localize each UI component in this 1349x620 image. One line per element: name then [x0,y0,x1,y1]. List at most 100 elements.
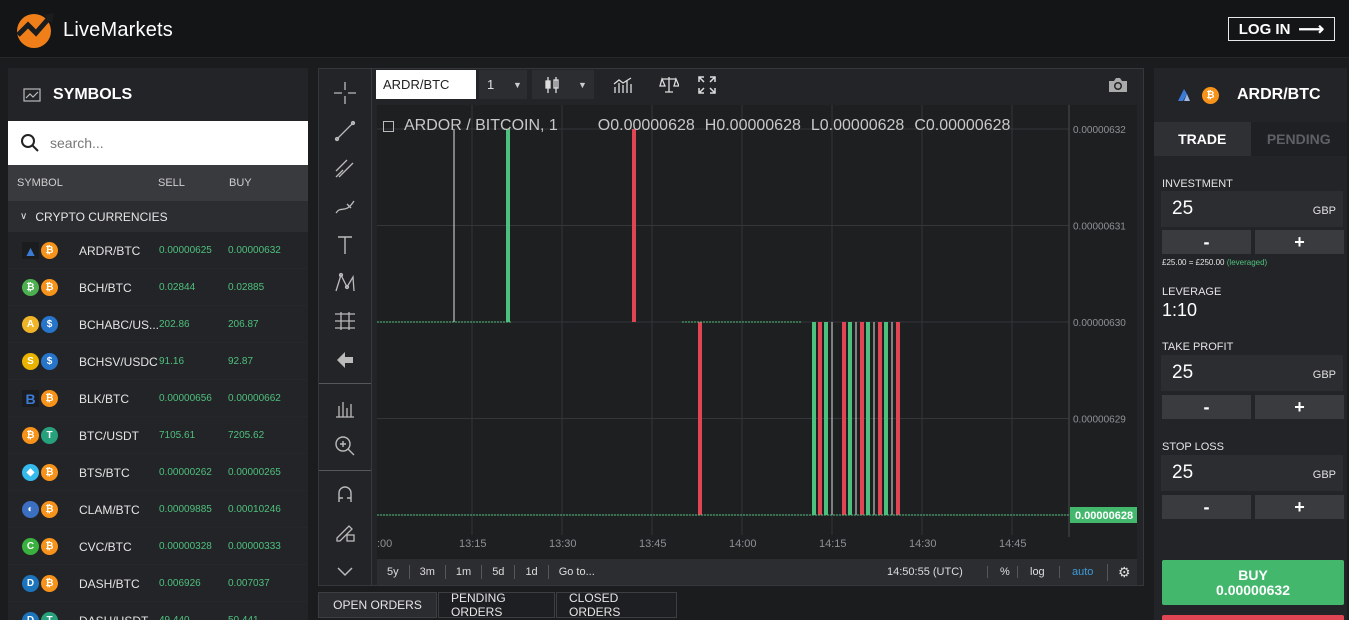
take-profit-plus-button[interactable]: + [1255,395,1344,419]
measure-icon[interactable] [332,395,358,421]
symbol-row[interactable]: D ₿ DASH/BTC 0.006926 0.007037 [8,565,308,602]
x-tick-label: 13:15 [459,538,487,550]
trade-header: ₿ ARDR/BTC [1154,68,1347,122]
symbol-row[interactable]: S $ BCHSV/USDC 91.16 92.87 [8,343,308,380]
x-tick-label: 13:30 [549,538,577,550]
stop-loss-currency: GBP [1312,469,1336,481]
auto-toggle[interactable]: auto [1059,566,1093,578]
crosshair-icon[interactable] [332,80,358,106]
tab-pending[interactable]: PENDING [1250,122,1347,156]
sell-button[interactable] [1162,615,1344,620]
arrow-right-icon: ⟶ [1298,19,1325,39]
candle-body [866,322,870,515]
stop-loss-input[interactable]: 25 GBP [1161,455,1343,491]
symbol-row[interactable]: ◆ ₿ BTS/BTC 0.00000262 0.00000265 [8,454,308,491]
interval-value: 1 [487,77,495,92]
stop-loss-minus-button[interactable]: - [1162,495,1251,519]
utc-clock[interactable]: 14:50:55 (UTC) [887,566,963,578]
sell-price: 0.00009885 [159,504,212,515]
tab-open-orders[interactable]: OPEN ORDERS [318,592,437,618]
tab-pending-orders[interactable]: PENDING ORDERS [438,591,555,619]
percent-toggle[interactable]: % [987,566,1010,578]
leverage-note-suffix: (leveraged) [1226,258,1268,267]
stop-loss-label: STOP LOSS [1162,441,1224,453]
sell-price: 202.86 [159,319,190,330]
camera-icon[interactable] [1107,76,1129,94]
chart-type-select[interactable]: ▼ [532,70,594,99]
orders-tabs: OPEN ORDERS PENDING ORDERS CLOSED ORDERS [318,591,677,620]
investment-plus-button[interactable]: + [1255,230,1344,254]
fib-tool-icon[interactable] [332,156,358,182]
symbol-row[interactable]: ₿ T BTC/USDT 7105.61 7205.62 [8,417,308,454]
collapse-legend-icon[interactable] [383,120,394,132]
take-profit-label: TAKE PROFIT [1162,341,1234,353]
magnet-icon[interactable] [332,481,358,507]
column-symbol[interactable]: SYMBOL [17,177,63,189]
column-buy[interactable]: BUY [229,177,252,189]
tab-closed-orders[interactable]: CLOSED ORDERS [556,591,677,619]
symbol-row[interactable]: C ₿ CVC/BTC 0.00000328 0.00000333 [8,528,308,565]
symbol-row[interactable]: ◐ ₿ CLAM/BTC 0.00009885 0.00010246 [8,491,308,528]
chevron-down-icon[interactable] [332,559,358,585]
compare-scales-icon[interactable] [659,75,679,95]
range-1d[interactable]: 1d [515,565,549,579]
range-5y[interactable]: 5y [377,565,410,579]
buy-button[interactable]: BUY 0.00000632 [1162,560,1344,605]
chart-svg[interactable]: 0.00000632 0.00000631 0.00000630 0.00000629… [377,105,1137,559]
zoom-in-icon[interactable] [332,433,358,459]
pair-icons: S $ [22,353,58,370]
brush-icon[interactable] [332,194,358,220]
symbol-row[interactable]: A $ BCHABC/US... 202.86 206.87 [8,306,308,343]
tab-trade[interactable]: TRADE [1154,122,1251,156]
symbol-input[interactable]: ARDR/BTC [376,70,476,99]
pattern-tool-icon[interactable] [332,270,358,296]
sell-price: 49.440 [159,615,190,620]
symbol-name: CLAM/BTC [79,503,140,517]
lock-drawing-icon[interactable] [332,519,358,545]
prediction-tool-icon[interactable] [332,308,358,334]
bitcoin-icon: ₿ [1202,86,1219,104]
investment-input[interactable]: 25 GBP [1161,191,1343,227]
price-chart[interactable]: 0.00000632 0.00000631 0.00000630 0.00000629… [377,105,1137,559]
buy-price: 92.87 [228,356,254,367]
bitcoin-icon: ₿ [41,242,58,259]
sell-price: 0.00000328 [159,541,212,552]
settings-gear-icon[interactable]: ⚙ [1107,563,1131,581]
candle-body [848,322,852,515]
symbol-row[interactable]: ₿ ₿ BCH/BTC 0.02844 0.02885 [8,269,308,306]
indicators-icon[interactable] [613,75,633,95]
symbol-row[interactable]: DT DASH/USDT49.440 50.441 [8,602,308,620]
search-input[interactable] [50,135,290,151]
sell-price: 0.02844 [159,282,196,293]
symbol-row[interactable]: B ₿ BLK/BTC 0.00000656 0.00000662 [8,380,308,417]
legend-low: L0.00000628 [810,117,905,134]
interval-select[interactable]: 1 ▼ [479,70,527,99]
investment-minus-button[interactable]: - [1162,230,1251,254]
x-tick-label: :00 [377,538,392,550]
symbol-row[interactable]: ▲ ₿ ARDR/BTC 0.00000625 0.00000632 [8,232,308,269]
take-profit-minus-button[interactable]: - [1162,395,1251,419]
leverage-value[interactable]: 1:10 [1162,300,1197,321]
caret-down-icon: ▼ [513,80,522,90]
range-3m[interactable]: 3m [410,565,446,579]
symbol-name: DASH/USDT [79,614,161,620]
trend-line-icon[interactable] [332,118,358,144]
fullscreen-icon[interactable] [697,75,717,95]
log-toggle[interactable]: log [1017,566,1045,578]
dash-icon: D [22,612,39,620]
symbol-list: ▲ ₿ ARDR/BTC 0.00000625 0.00000632 ₿ ₿ BCH/BTC 0… [8,232,308,620]
goto-button[interactable]: Go to... [549,565,605,579]
buy-price: 0.02885 [228,282,265,293]
category-crypto[interactable]: ∨ CRYPTO CURRENCIES [8,201,308,232]
text-tool-icon[interactable] [332,232,358,258]
usdc-icon: $ [41,316,58,333]
y-tick-label: 0.00000630 [1073,318,1126,329]
sell-price: 0.00000262 [159,467,212,478]
column-sell[interactable]: SELL [158,177,185,189]
stop-loss-plus-button[interactable]: + [1255,495,1344,519]
take-profit-input[interactable]: 25 GBP [1161,355,1343,391]
range-1m[interactable]: 1m [446,565,483,579]
login-button[interactable]: LOG IN ⟶ [1228,17,1335,41]
back-arrow-icon[interactable] [332,347,358,373]
range-5d[interactable]: 5d [482,565,516,579]
